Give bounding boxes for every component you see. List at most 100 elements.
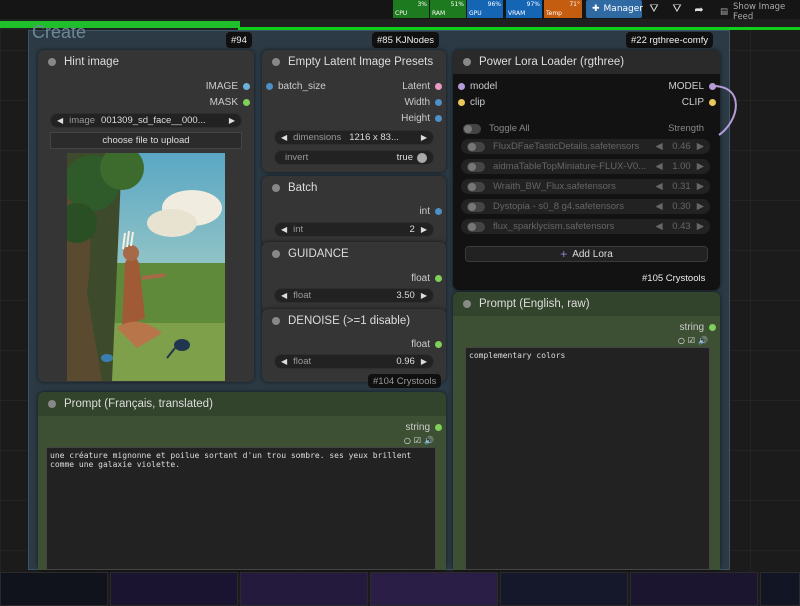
arrow-right-icon[interactable]: ▶	[697, 141, 704, 152]
int-widget[interactable]: ◀ int 2 ▶	[274, 222, 434, 237]
node-header[interactable]: Prompt (Français, translated)	[38, 392, 446, 416]
output-float[interactable]: float	[411, 339, 442, 350]
image-combo-widget[interactable]: ◀ image 001309_sd_face__000... ▶	[50, 113, 242, 128]
node-guidance[interactable]: GUIDANCE float ◀ float 3.50 ▶	[262, 242, 446, 314]
arrow-left-icon[interactable]: ◀	[655, 181, 662, 192]
slot-dot[interactable]	[435, 341, 442, 348]
output-string[interactable]: string	[680, 322, 716, 333]
collapse-dot[interactable]	[272, 58, 280, 66]
output-mask[interactable]: MASK	[210, 97, 250, 108]
arrow-left-icon[interactable]: ◀	[57, 116, 63, 125]
toggle-all-row[interactable]: Toggle All Strength	[463, 123, 708, 134]
node-header[interactable]: Prompt (English, raw)	[453, 292, 720, 316]
arrow-left-icon[interactable]: ◀	[281, 225, 287, 234]
slot-dot[interactable]	[435, 424, 442, 431]
share-icon[interactable]: ➦	[690, 1, 708, 17]
slot-dot[interactable]	[435, 208, 442, 215]
upload-button[interactable]: choose file to upload	[50, 132, 242, 149]
node-batch[interactable]: Batch int ◀ int 2 ▶	[262, 176, 446, 246]
node-prompt-french[interactable]: Prompt (Français, translated) string ○ ☑…	[38, 392, 446, 570]
node-header[interactable]: Hint image	[38, 50, 254, 74]
collapse-dot[interactable]	[463, 58, 471, 66]
toggle-all-switch[interactable]	[463, 123, 481, 134]
arrow-left-icon[interactable]: ◀	[655, 141, 662, 152]
arrow-right-icon[interactable]: ▶	[697, 221, 704, 232]
lora-row[interactable]: flux_sparklycism.safetensors ◀ 0.43 ▶	[461, 219, 710, 234]
arrow-right-icon[interactable]: ▶	[697, 201, 704, 212]
input-model[interactable]: model	[458, 81, 497, 92]
feed-thumbnail[interactable]	[0, 572, 108, 606]
checkbox-icon[interactable]: ☑	[414, 436, 421, 445]
feed-thumbnail[interactable]	[240, 572, 368, 606]
arrow-right-icon[interactable]: ▶	[229, 116, 235, 125]
collapse-dot[interactable]	[463, 300, 471, 308]
feed-thumbnail[interactable]	[500, 572, 628, 606]
node-hint-image[interactable]: Hint image IMAGE MASK ◀ image 001309_sd_…	[38, 50, 254, 382]
slot-dot[interactable]	[458, 83, 465, 90]
slot-dot[interactable]	[243, 99, 250, 106]
circle-icon[interactable]: ○	[404, 436, 411, 445]
slot-dot[interactable]	[458, 99, 465, 106]
slot-dot[interactable]	[243, 83, 250, 90]
lora-row[interactable]: Wraith_BW_Flux.safetensors ◀ 0.31 ▶	[461, 179, 710, 194]
arrow-right-icon[interactable]: ▶	[421, 133, 427, 142]
speaker-icon[interactable]: 🔊	[424, 436, 434, 445]
slot-dot[interactable]	[435, 99, 442, 106]
output-string[interactable]: string	[406, 422, 442, 433]
arrow-left-icon[interactable]: ◀	[655, 201, 662, 212]
circle-icon[interactable]: ○	[678, 336, 685, 345]
slot-dot[interactable]	[709, 324, 716, 331]
lora-row[interactable]: Dystopia - s0_8 g4.safetensors ◀ 0.30 ▶	[461, 199, 710, 214]
output-width[interactable]: Width	[404, 97, 442, 108]
arrow-left-icon[interactable]: ◀	[655, 221, 662, 232]
collapse-dot[interactable]	[272, 250, 280, 258]
node-empty-latent[interactable]: Empty Latent Image Presets batch_size La…	[262, 50, 446, 172]
lora-toggle[interactable]	[467, 221, 485, 232]
node-header[interactable]: Power Lora Loader (rgthree)	[453, 50, 720, 74]
node-power-lora-loader[interactable]: Power Lora Loader (rgthree) model clip M…	[453, 50, 720, 290]
feed-thumbnail[interactable]	[760, 572, 800, 606]
arrow-left-icon[interactable]: ◀	[655, 161, 662, 172]
arrow-left-icon[interactable]: ◀	[281, 291, 287, 300]
node-header[interactable]: GUIDANCE	[262, 242, 446, 266]
collapse-dot[interactable]	[48, 400, 56, 408]
output-latent[interactable]: Latent	[402, 81, 442, 92]
arrow-right-icon[interactable]: ▶	[421, 225, 427, 234]
output-image[interactable]: IMAGE	[206, 81, 250, 92]
feed-thumbnail[interactable]	[630, 572, 758, 606]
add-lora-button[interactable]: + Add Lora	[465, 246, 708, 262]
toggle-knob[interactable]	[417, 152, 427, 163]
lora-row[interactable]: FluxDFaeTasticDetails.safetensors ◀ 0.46 ▶	[461, 139, 710, 154]
queue-icon[interactable]: ⛛	[645, 1, 663, 17]
lora-toggle[interactable]	[467, 181, 485, 192]
output-int[interactable]: int	[419, 206, 442, 217]
node-header[interactable]: Batch	[262, 176, 446, 200]
float-widget[interactable]: ◀ float 3.50 ▶	[274, 288, 434, 303]
input-clip[interactable]: clip	[458, 97, 485, 108]
invert-toggle[interactable]: invert true	[274, 150, 434, 165]
input-batch-size[interactable]: batch_size	[266, 81, 326, 92]
slot-dot[interactable]	[266, 83, 273, 90]
output-height[interactable]: Height	[401, 113, 442, 124]
slot-dot[interactable]	[435, 275, 442, 282]
arrow-right-icon[interactable]: ▶	[697, 161, 704, 172]
arrow-right-icon[interactable]: ▶	[421, 291, 427, 300]
collapse-dot[interactable]	[48, 58, 56, 66]
slot-dot[interactable]	[435, 83, 442, 90]
float-widget[interactable]: ◀ float 0.96 ▶	[274, 354, 434, 369]
lora-toggle[interactable]	[467, 141, 485, 152]
node-header[interactable]: DENOISE (>=1 disable)	[262, 309, 446, 333]
manager-button[interactable]: ✚ Manager	[586, 0, 643, 18]
feed-thumbnail[interactable]	[110, 572, 238, 606]
arrow-left-icon[interactable]: ◀	[281, 357, 287, 366]
prompt-english-textarea[interactable]: complementary colors	[465, 347, 710, 570]
lora-toggle[interactable]	[467, 161, 485, 172]
output-float[interactable]: float	[411, 273, 442, 284]
queue-front-icon[interactable]: ⛛	[668, 1, 686, 17]
node-denoise[interactable]: DENOISE (>=1 disable) float ◀ float 0.96…	[262, 309, 446, 382]
slot-dot[interactable]	[435, 115, 442, 122]
arrow-right-icon[interactable]: ▶	[421, 357, 427, 366]
collapse-dot[interactable]	[272, 317, 280, 325]
dimensions-combo[interactable]: ◀ dimensions 1216 x 83... ▶	[274, 130, 434, 145]
prompt-french-textarea[interactable]: une créature mignonne et poilue sortant …	[46, 447, 436, 570]
